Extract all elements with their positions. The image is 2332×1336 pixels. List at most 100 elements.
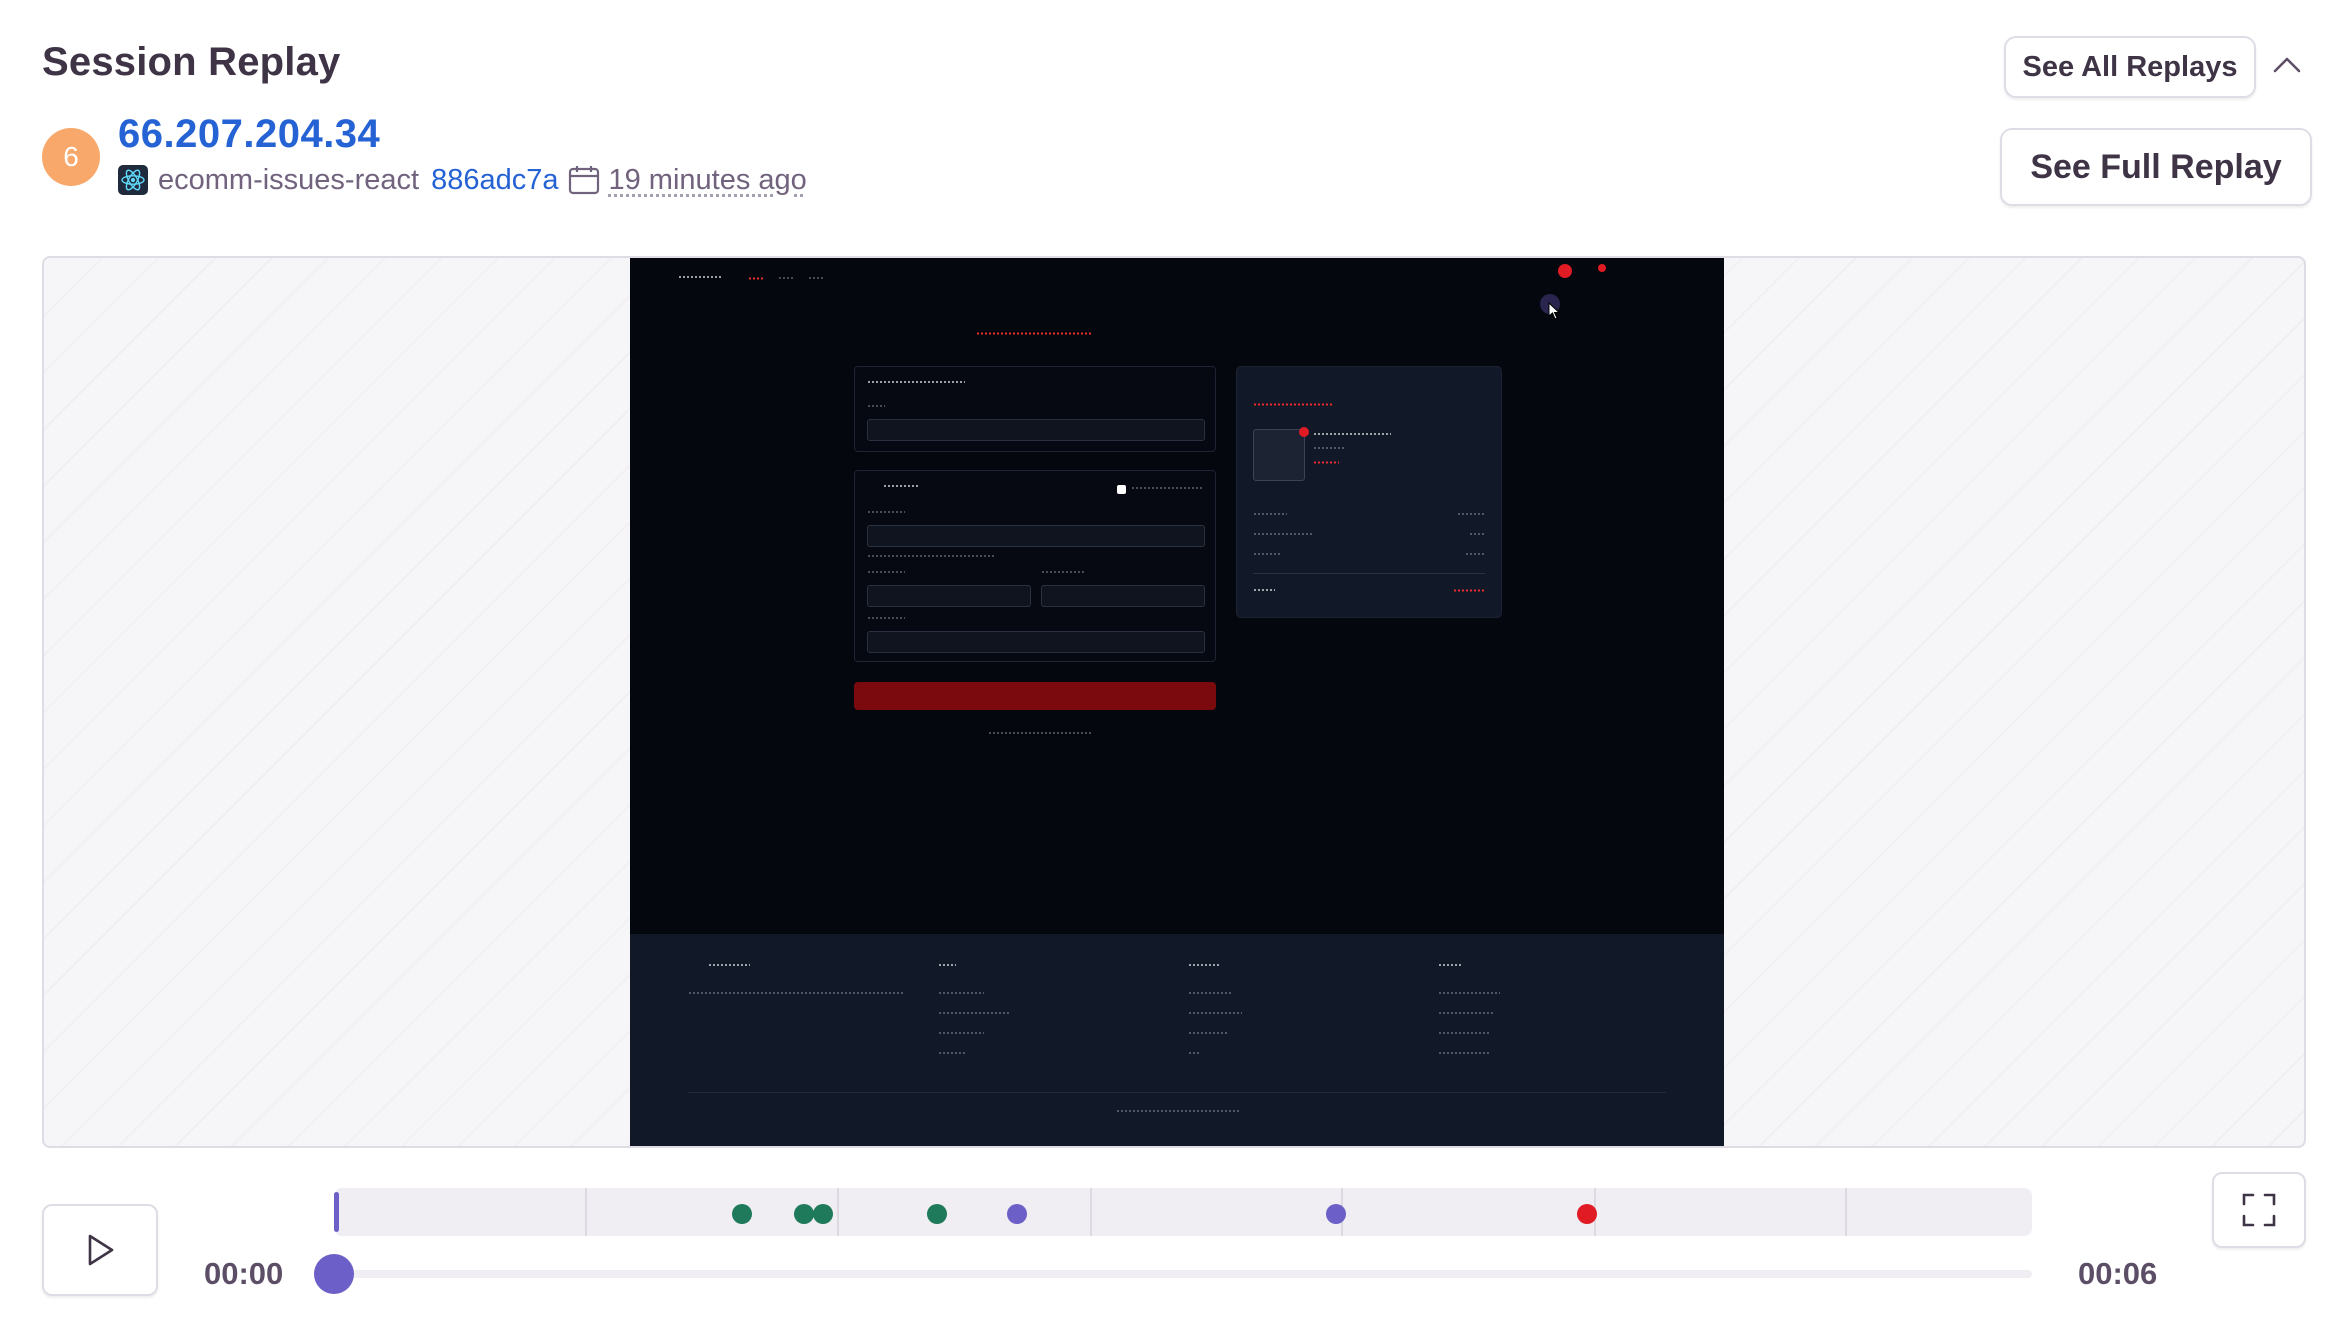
replay-text xyxy=(1253,533,1313,535)
replay-text xyxy=(1313,461,1339,464)
duration: 00:06 xyxy=(2078,1256,2158,1291)
replay-text xyxy=(867,405,885,407)
replay-text xyxy=(867,381,965,383)
play-icon xyxy=(88,1234,114,1266)
timeline-event-navigation[interactable] xyxy=(926,1204,947,1224)
replay-submit-button xyxy=(854,682,1216,710)
replay-form-card xyxy=(854,470,1216,662)
avatar: 6 xyxy=(42,128,100,186)
replay-text xyxy=(867,617,905,619)
replay-text xyxy=(938,1052,966,1054)
replay-divider xyxy=(688,1092,1666,1093)
play-button[interactable] xyxy=(42,1204,158,1296)
replay-text xyxy=(1188,1032,1228,1034)
fullscreen-button[interactable] xyxy=(2212,1172,2306,1248)
replay-text xyxy=(1188,992,1232,994)
chevron-up-icon[interactable] xyxy=(2272,54,2302,74)
replay-text xyxy=(1438,1012,1494,1014)
cursor-icon xyxy=(1548,302,1561,320)
replay-text xyxy=(1188,1012,1242,1014)
calendar-icon xyxy=(569,166,600,195)
replay-checkbox xyxy=(1117,485,1126,494)
replay-text xyxy=(1313,447,1345,449)
timeline-tick xyxy=(836,1188,839,1236)
session-ip-link[interactable]: 66.207.204.34 xyxy=(118,112,380,157)
replay-divider xyxy=(1253,573,1485,574)
replay-text xyxy=(1253,403,1333,406)
replay-nav-link xyxy=(808,277,824,279)
replay-input xyxy=(867,631,1205,653)
replay-text xyxy=(867,555,995,557)
timeline-tick xyxy=(1089,1188,1092,1236)
timeline-event-navigation[interactable] xyxy=(731,1204,752,1224)
timeline-tick xyxy=(585,1188,588,1236)
replay-text xyxy=(938,1012,1010,1014)
avatar-initial: 6 xyxy=(63,141,79,172)
replay-input xyxy=(867,585,1031,607)
replay-text xyxy=(1188,964,1220,966)
replay-text xyxy=(1188,1052,1200,1054)
replay-footer xyxy=(630,934,1724,1146)
replay-form-card xyxy=(854,366,1216,452)
timeline-event-click[interactable] xyxy=(1006,1204,1027,1224)
replay-text xyxy=(708,964,750,966)
replay-text xyxy=(1438,964,1462,966)
session-time-ago: 19 minutes ago xyxy=(608,163,807,196)
replay-nav-logo xyxy=(678,276,722,278)
current-time: 00:00 xyxy=(204,1256,284,1291)
replay-input xyxy=(867,419,1205,441)
timeline-event-navigation[interactable] xyxy=(794,1204,815,1224)
timeline-event-error[interactable] xyxy=(1577,1204,1598,1224)
see-all-replays-button[interactable]: See All Replays xyxy=(2004,36,2256,98)
replay-text xyxy=(988,732,1092,734)
timeline-start-marker xyxy=(334,1192,339,1232)
timeline-event-click[interactable] xyxy=(1325,1204,1346,1224)
scrubber-track[interactable] xyxy=(334,1270,2032,1278)
project-name: ecomm-issues-react xyxy=(158,163,420,196)
replay-text xyxy=(1438,1052,1490,1054)
see-full-replay-label: See Full Replay xyxy=(2030,147,2282,186)
replay-nav-link xyxy=(778,277,794,279)
replay-error-indicator xyxy=(1598,264,1606,272)
replay-text xyxy=(1313,433,1391,435)
replay-text xyxy=(1131,487,1203,489)
replay-product-image xyxy=(1253,429,1305,481)
replay-text xyxy=(1438,992,1500,994)
replay-stage[interactable] xyxy=(42,256,2306,1148)
replay-text xyxy=(1116,1110,1240,1112)
replay-error-indicator xyxy=(1558,264,1572,278)
replay-text xyxy=(1469,533,1485,535)
timeline-event-navigation[interactable] xyxy=(813,1204,834,1224)
replay-text xyxy=(1253,513,1287,515)
replay-text xyxy=(688,992,904,994)
replay-text xyxy=(1041,571,1085,573)
replay-text xyxy=(1253,589,1275,591)
replay-text xyxy=(1457,513,1485,515)
replay-text xyxy=(938,992,984,994)
replay-text xyxy=(867,511,905,513)
session-meta: ecomm-issues-react 886adc7a 19 minutes a… xyxy=(118,160,807,200)
fullscreen-icon xyxy=(2242,1193,2276,1227)
replay-summary-card xyxy=(1236,366,1502,618)
replay-text xyxy=(1438,1032,1490,1034)
scrubber-knob[interactable] xyxy=(314,1254,354,1294)
see-all-replays-label: See All Replays xyxy=(2022,50,2238,83)
replay-text xyxy=(1453,589,1485,592)
timeline[interactable] xyxy=(334,1188,2032,1236)
replay-input xyxy=(1041,585,1205,607)
replay-text xyxy=(938,1032,984,1034)
replay-text xyxy=(938,964,956,966)
replay-text xyxy=(1253,553,1281,555)
replay-page-heading xyxy=(976,332,1092,335)
replay-text xyxy=(867,571,905,573)
replay-text xyxy=(1465,553,1485,555)
react-icon xyxy=(118,165,148,195)
timeline-tick xyxy=(1845,1188,1848,1236)
replay-nav-link xyxy=(748,277,764,280)
replay-badge xyxy=(1299,427,1309,437)
replay-text xyxy=(883,485,919,487)
replay-frame xyxy=(630,258,1724,1146)
release-link[interactable]: 886adc7a xyxy=(431,164,558,197)
see-full-replay-button[interactable]: See Full Replay xyxy=(2000,128,2312,206)
page-title: Session Replay xyxy=(42,40,341,84)
